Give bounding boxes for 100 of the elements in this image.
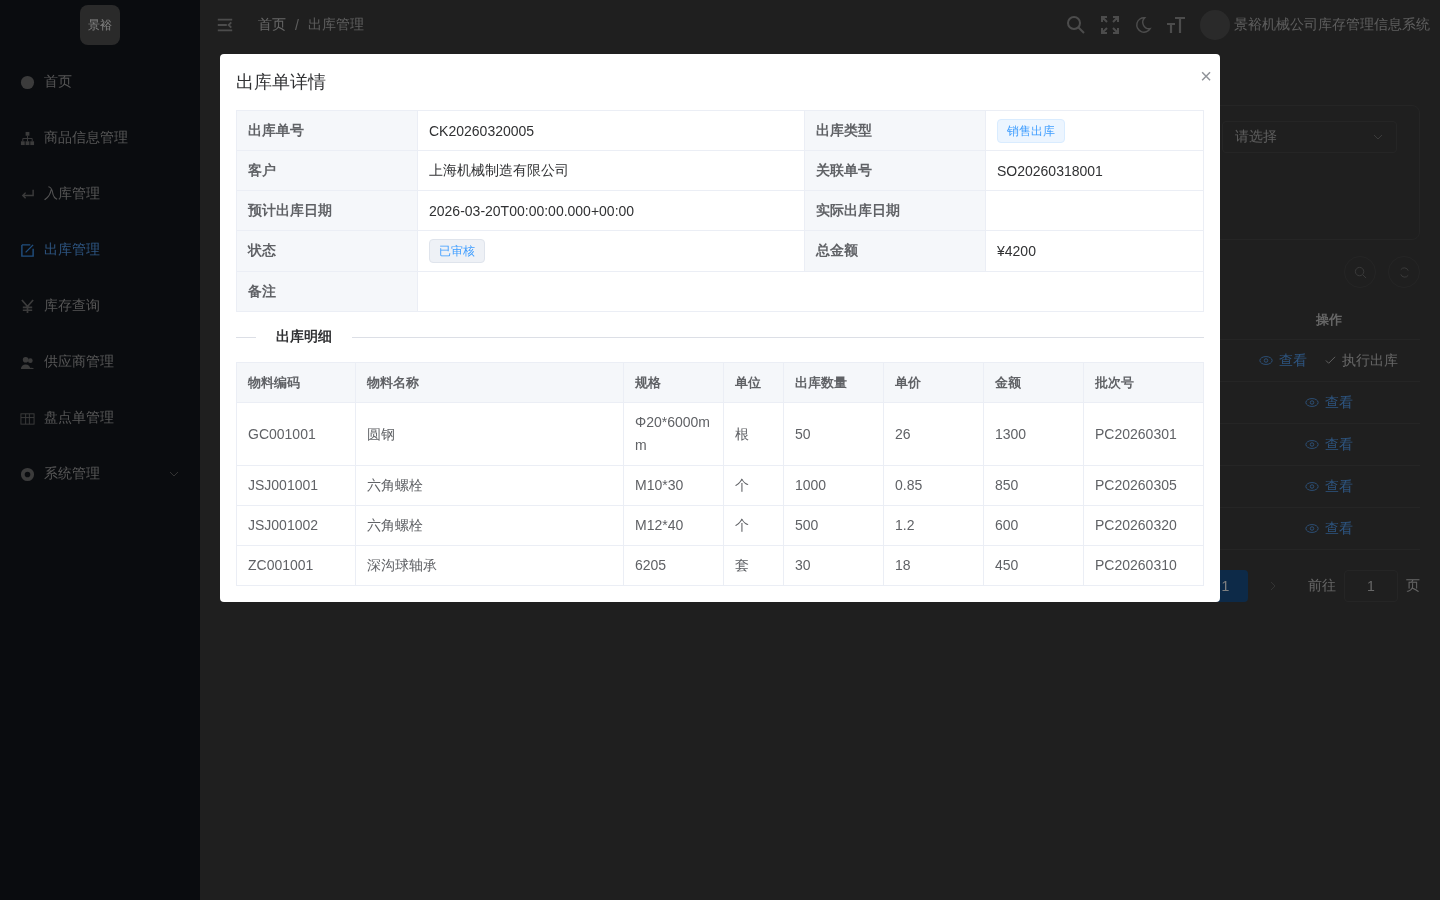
page-input[interactable]: 1 <box>1344 570 1398 602</box>
sidebar-item[interactable]: 商品信息管理 <box>0 110 200 166</box>
grid-icon <box>20 410 35 426</box>
table-cell: 1300 <box>983 402 1084 466</box>
column-header: 操作 <box>1314 310 1343 329</box>
column-header: 物料编码 <box>236 362 356 403</box>
table-cell: 六角螺栓 <box>355 465 624 506</box>
table-cell: 850 <box>983 465 1084 506</box>
table-cell: Φ20*6000mm <box>623 402 724 466</box>
table-cell: PC20260320 <box>1083 505 1204 546</box>
table-cell: 30 <box>783 545 884 586</box>
table-cell: 圆钢 <box>355 402 624 466</box>
table-cell: 600 <box>983 505 1084 546</box>
sidebar-item[interactable]: 出库管理 <box>0 222 200 278</box>
view-link[interactable]: 查看 <box>1304 519 1353 538</box>
column-header: 单位 <box>723 362 784 403</box>
users-icon <box>20 354 35 370</box>
field-value: SO20260318001 <box>985 150 1204 191</box>
column-header: 规格 <box>623 362 724 403</box>
table-cell: 根 <box>723 402 784 466</box>
eye-icon <box>1304 397 1319 408</box>
search-icon[interactable] <box>1066 15 1086 35</box>
column-header: 批次号 <box>1083 362 1204 403</box>
refresh-icon <box>1397 265 1411 279</box>
column-header: 物料名称 <box>355 362 624 403</box>
table-cell: 500 <box>783 505 884 546</box>
table-cell: 套 <box>723 545 784 586</box>
table-cell: 450 <box>983 545 1084 586</box>
goto-label: 前往 <box>1308 577 1336 595</box>
table-cell: M10*30 <box>623 465 724 506</box>
menu-icon[interactable] <box>216 16 234 34</box>
table-cell: PC20260301 <box>1083 402 1204 466</box>
check-icon <box>1325 355 1336 366</box>
sidebar-item[interactable]: 入库管理 <box>0 166 200 222</box>
field-label: 实际出库日期 <box>804 190 986 231</box>
field-label: 总金额 <box>804 230 986 272</box>
breadcrumb-link[interactable]: 出库管理 <box>307 16 364 34</box>
section-title: 出库明细 <box>275 328 333 346</box>
table-cell: JSJ001001 <box>236 465 356 506</box>
field-value: CK20260320005 <box>417 110 805 151</box>
close-button[interactable]: × <box>1196 64 1216 88</box>
table-cell: M12*40 <box>623 505 724 546</box>
sidebar-item[interactable]: 首页 <box>0 54 200 110</box>
table-cell: PC20260305 <box>1083 465 1204 506</box>
moon-icon[interactable] <box>1134 16 1152 34</box>
column-header: 单价 <box>883 362 984 403</box>
breadcrumb-link[interactable]: 首页 <box>258 16 286 34</box>
field-label: 出库类型 <box>804 110 986 151</box>
fullscreen-icon[interactable] <box>1100 15 1120 35</box>
page-suffix: 页 <box>1406 577 1420 595</box>
table-cell: 深沟球轴承 <box>355 545 624 586</box>
field-label: 状态 <box>236 230 418 272</box>
status-tag: 已审核 <box>429 239 485 263</box>
table-cell: GC001001 <box>236 402 356 466</box>
breadcrumb-separator: / <box>295 17 299 33</box>
hierarchy-icon <box>20 130 35 146</box>
sidebar-item[interactable]: 库存查询 <box>0 278 200 334</box>
eye-icon <box>1304 523 1319 534</box>
execute-link[interactable]: 执行出库 <box>1325 351 1398 370</box>
select-placeholder: 请选择 <box>1235 128 1277 146</box>
search-icon <box>1353 265 1367 279</box>
user-name[interactable]: 景裕机械公司库存管理信息系统 <box>1234 16 1430 34</box>
view-link[interactable]: 查看 <box>1304 435 1353 454</box>
field-value: 2026-03-20T00:00:00.000+00:00 <box>417 190 805 231</box>
field-label: 客户 <box>236 150 418 191</box>
font-size-icon[interactable] <box>1166 15 1186 35</box>
field-value: 上海机械制造有限公司 <box>417 150 805 191</box>
eye-icon <box>1304 481 1319 492</box>
eye-icon <box>1304 439 1319 450</box>
table-cell: 6205 <box>623 545 724 586</box>
yen-icon <box>20 298 35 314</box>
dialog-title: 出库单详情 <box>236 71 326 94</box>
column-header: 出库数量 <box>783 362 884 403</box>
sidebar-item[interactable]: 供应商管理 <box>0 334 200 390</box>
type-tag: 销售出库 <box>997 118 1065 143</box>
table-cell: ZC001001 <box>236 545 356 586</box>
table-cell: 50 <box>783 402 884 466</box>
sidebar-item[interactable]: 盘点单管理 <box>0 390 200 446</box>
view-link[interactable]: 查看 <box>1259 351 1307 370</box>
sidebar-item[interactable]: 系统管理 <box>0 446 200 502</box>
field-label: 关联单号 <box>804 150 986 191</box>
table-cell: PC20260310 <box>1083 545 1204 586</box>
table-cell: 六角螺栓 <box>355 505 624 546</box>
table-cell: 个 <box>723 465 784 506</box>
logo: 景裕 <box>80 5 120 45</box>
view-link[interactable]: 查看 <box>1304 393 1353 412</box>
table-cell: 26 <box>883 402 984 466</box>
table-cell: 0.85 <box>883 465 984 506</box>
field-value: ¥4200 <box>985 230 1204 272</box>
table-cell: JSJ001002 <box>236 505 356 546</box>
view-link[interactable]: 查看 <box>1304 477 1353 496</box>
field-label: 预计出库日期 <box>236 190 418 231</box>
table-cell: 1.2 <box>883 505 984 546</box>
field-label: 出库单号 <box>236 110 418 151</box>
field-label: 备注 <box>236 271 418 312</box>
column-header: 金额 <box>983 362 1084 403</box>
edit-icon <box>20 242 35 258</box>
table-cell: 个 <box>723 505 784 546</box>
table-cell: 1000 <box>783 465 884 506</box>
select-field[interactable]: 请选择 <box>1222 121 1397 153</box>
